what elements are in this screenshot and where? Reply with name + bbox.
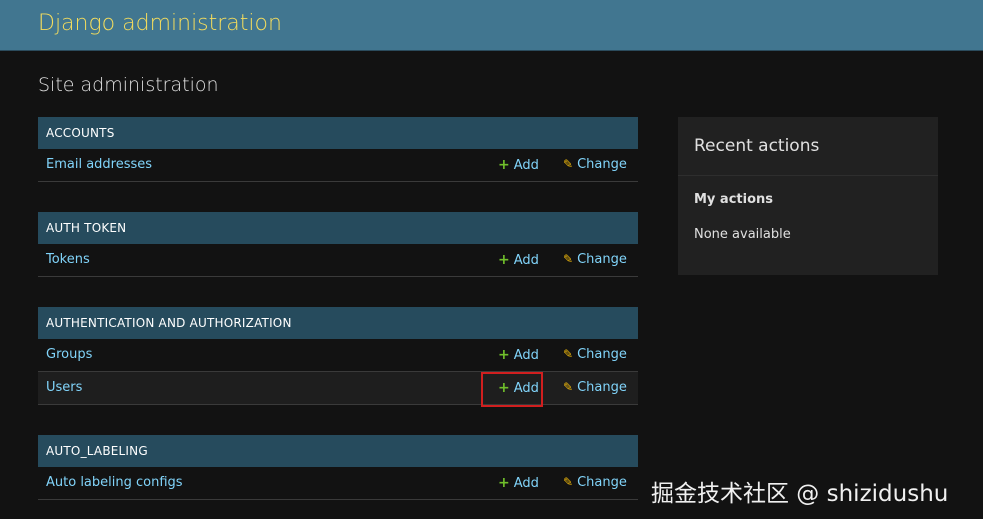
module-caption[interactable]: ACCOUNTS: [38, 117, 638, 149]
recent-actions-panel: Recent actions My actions None available: [678, 117, 938, 275]
model-link-users[interactable]: Users: [46, 380, 82, 395]
add-icon: +: [498, 252, 510, 268]
add-label: Add: [513, 381, 539, 396]
model-link-email-addresses[interactable]: Email addresses: [46, 157, 152, 172]
change-label: Change: [577, 475, 627, 490]
add-label: Add: [513, 158, 539, 173]
model-link-tokens[interactable]: Tokens: [46, 252, 90, 267]
add-group-link[interactable]: + Add: [498, 347, 539, 363]
watermark: 掘金技术社区 @ shizidushu: [651, 481, 949, 507]
model-row-users: Users + Add ✎ Change: [38, 372, 638, 405]
add-user-link[interactable]: + Add: [498, 380, 539, 396]
change-auto-labeling-configs-link[interactable]: ✎ Change: [563, 475, 627, 490]
site-title-link[interactable]: Django administration: [38, 11, 282, 36]
add-icon: +: [498, 380, 510, 396]
page-title: Site administration: [38, 74, 219, 96]
pencil-icon: ✎: [563, 347, 574, 361]
my-actions-heading: My actions: [694, 192, 774, 207]
header: Django administration: [0, 0, 983, 51]
app-module-authentication-and-authorization: AUTHENTICATION AND AUTHORIZATION Groups …: [38, 307, 638, 405]
pencil-icon: ✎: [563, 252, 574, 266]
divider: [678, 175, 938, 176]
module-caption[interactable]: AUTHENTICATION AND AUTHORIZATION: [38, 307, 638, 339]
pencil-icon: ✎: [563, 380, 574, 394]
model-row-auto-labeling-configs: Auto labeling configs + Add ✎ Change: [38, 467, 638, 500]
recent-actions-title: Recent actions: [694, 136, 820, 156]
add-email-address-link[interactable]: + Add: [498, 157, 539, 173]
model-row-groups: Groups + Add ✎ Change: [38, 339, 638, 372]
model-link-groups[interactable]: Groups: [46, 347, 92, 362]
module-caption[interactable]: AUTH TOKEN: [38, 212, 638, 244]
model-link-auto-labeling-configs[interactable]: Auto labeling configs: [46, 475, 183, 490]
add-token-link[interactable]: + Add: [498, 252, 539, 268]
change-email-addresses-link[interactable]: ✎ Change: [563, 157, 627, 172]
app-module-auth-token: AUTH TOKEN Tokens + Add ✎ Change: [38, 212, 638, 277]
add-label: Add: [513, 253, 539, 268]
app-module-accounts: ACCOUNTS Email addresses + Add ✎ Change: [38, 117, 638, 182]
add-auto-labeling-config-link[interactable]: + Add: [498, 475, 539, 491]
change-users-link[interactable]: ✎ Change: [563, 380, 627, 395]
change-label: Change: [577, 347, 627, 362]
add-icon: +: [498, 157, 510, 173]
pencil-icon: ✎: [563, 157, 574, 171]
model-row-email-addresses: Email addresses + Add ✎ Change: [38, 149, 638, 182]
change-label: Change: [577, 252, 627, 267]
add-icon: +: [498, 347, 510, 363]
change-tokens-link[interactable]: ✎ Change: [563, 252, 627, 267]
pencil-icon: ✎: [563, 475, 574, 489]
change-label: Change: [577, 157, 627, 172]
model-row-tokens: Tokens + Add ✎ Change: [38, 244, 638, 277]
change-groups-link[interactable]: ✎ Change: [563, 347, 627, 362]
add-icon: +: [498, 475, 510, 491]
add-label: Add: [513, 348, 539, 363]
change-label: Change: [577, 380, 627, 395]
empty-actions-text: None available: [694, 227, 791, 242]
app-module-auto-labeling: AUTO_LABELING Auto labeling configs + Add…: [38, 435, 638, 500]
add-label: Add: [513, 476, 539, 491]
module-caption[interactable]: AUTO_LABELING: [38, 435, 638, 467]
